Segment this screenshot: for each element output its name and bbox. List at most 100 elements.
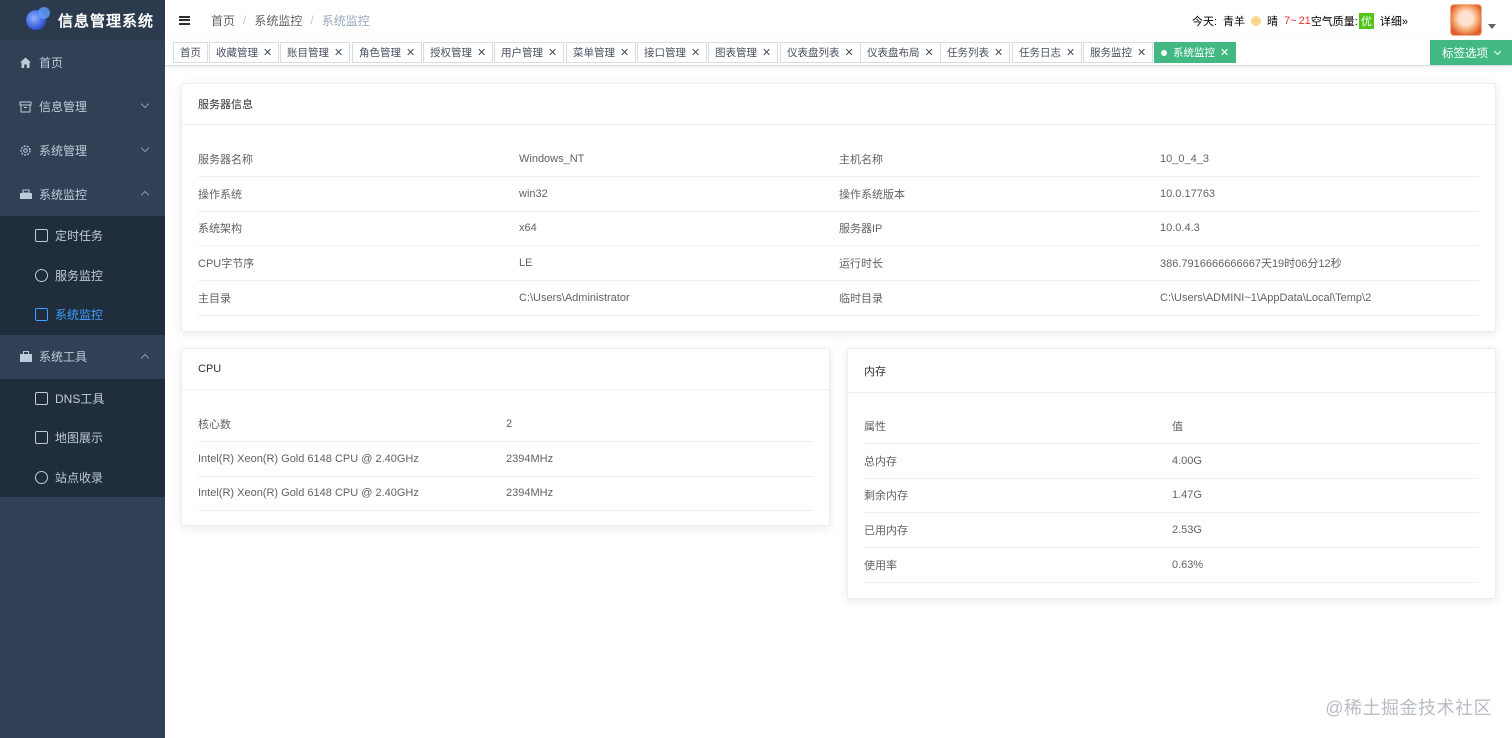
table-cell: Intel(R) Xeon(R) Gold 6148 CPU @ 2.40GHz bbox=[198, 487, 419, 500]
table-cell: win32 bbox=[519, 187, 548, 200]
avatar[interactable] bbox=[1450, 4, 1482, 36]
logo[interactable]: 信息管理系统 bbox=[0, 0, 165, 40]
tag-favorites[interactable]: 收藏管理 ✕ bbox=[209, 42, 280, 63]
breadcrumb: 首页 / 系统监控 / 系统监控 bbox=[211, 12, 370, 29]
tag-label: 图表管理 bbox=[715, 47, 757, 59]
weather-temp-high: 21 bbox=[1298, 15, 1311, 27]
sidebar-item-tools[interactable]: 系统工具 bbox=[0, 335, 165, 379]
tag-label: 角色管理 bbox=[359, 47, 401, 59]
tag-dashboards[interactable]: 仪表盘列表 ✕ bbox=[780, 42, 861, 63]
close-icon[interactable]: ✕ bbox=[620, 46, 629, 59]
tag-label: 系统监控 bbox=[1173, 47, 1215, 59]
table-cell: 剩余内存 bbox=[864, 490, 908, 503]
close-icon[interactable]: ✕ bbox=[334, 46, 343, 59]
table-cell: 10.0.17763 bbox=[1160, 187, 1216, 200]
sidebar-item-service-monitor[interactable]: 服务监控 bbox=[0, 256, 165, 296]
submenu-monitor: 定时任务 服务监控 系统监控 bbox=[0, 216, 165, 335]
table-header-cell: 值 bbox=[1172, 420, 1183, 433]
sidebar-item-dns-tool[interactable]: DNS工具 bbox=[0, 379, 165, 419]
tag-label: 账目管理 bbox=[287, 47, 329, 59]
sidebar-item-label: 首页 bbox=[39, 55, 64, 70]
table-row: 主目录 C:\Users\Administrator 临时目录 C:\Users… bbox=[198, 281, 1479, 316]
chevron-up-icon bbox=[140, 353, 150, 362]
tag-menus[interactable]: 菜单管理 ✕ bbox=[566, 42, 637, 63]
close-icon[interactable]: ✕ bbox=[994, 46, 1003, 59]
sidebar-item-system-monitor[interactable]: 系统监控 bbox=[0, 295, 165, 335]
table-cell: 服务器IP bbox=[839, 223, 883, 236]
tag-system-monitor[interactable]: 系统监控 ✕ bbox=[1154, 42, 1237, 63]
tag-label: 用户管理 bbox=[501, 47, 543, 59]
close-icon[interactable]: ✕ bbox=[845, 46, 854, 59]
close-icon[interactable]: ✕ bbox=[1137, 46, 1146, 59]
tag-charts[interactable]: 图表管理 ✕ bbox=[708, 42, 779, 63]
tag-service-monitor[interactable]: 服务监控 ✕ bbox=[1083, 42, 1154, 63]
card-title: 内存 bbox=[848, 349, 1495, 393]
close-icon[interactable]: ✕ bbox=[548, 46, 557, 59]
sidebar-item-sites[interactable]: 站点收录 bbox=[0, 458, 165, 498]
caret-down-icon[interactable] bbox=[1488, 24, 1496, 29]
tag-label: 菜单管理 bbox=[573, 47, 615, 59]
home-icon bbox=[19, 56, 32, 69]
sidebar-item-scheduled-tasks[interactable]: 定时任务 bbox=[0, 216, 165, 256]
table-cell: 核心数 bbox=[198, 418, 231, 431]
calendar-icon bbox=[35, 229, 48, 243]
map-icon bbox=[35, 431, 48, 445]
tag-accounts[interactable]: 账目管理 ✕ bbox=[280, 42, 351, 63]
tag-home[interactable]: 首页 bbox=[173, 42, 208, 63]
weather-city: 青羊 bbox=[1223, 16, 1246, 28]
monitor-icon bbox=[19, 188, 32, 201]
table-cell: 操作系统 bbox=[198, 188, 242, 201]
archive-icon bbox=[19, 100, 32, 113]
breadcrumb-monitor[interactable]: 系统监控 bbox=[254, 12, 302, 29]
tag-label: 首页 bbox=[180, 47, 201, 59]
breadcrumb-separator: / bbox=[310, 13, 314, 27]
tag-options-button[interactable]: 标签选项 bbox=[1430, 40, 1512, 65]
table-row: Intel(R) Xeon(R) Gold 6148 CPU @ 2.40GHz… bbox=[198, 477, 813, 512]
sidebar-item-label: 系统监控 bbox=[55, 308, 104, 323]
table-cell: C:\Users\ADMINI~1\AppData\Local\Temp\2 bbox=[1160, 292, 1372, 305]
close-icon[interactable]: ✕ bbox=[762, 46, 771, 59]
sidebar-item-label: DNS工具 bbox=[55, 391, 105, 406]
close-icon[interactable]: ✕ bbox=[925, 46, 934, 59]
table-cell: Intel(R) Xeon(R) Gold 6148 CPU @ 2.40GHz bbox=[198, 452, 419, 465]
table-row: 系统架构 x64 服务器IP 10.0.4.3 bbox=[198, 212, 1479, 247]
tag-users[interactable]: 用户管理 ✕ bbox=[494, 42, 565, 63]
sidebar-item-monitor[interactable]: 系统监控 bbox=[0, 172, 165, 216]
sidebar-item-label: 地图展示 bbox=[55, 431, 104, 446]
table-cell: 总内存 bbox=[864, 455, 897, 468]
tag-apis[interactable]: 接口管理 ✕ bbox=[637, 42, 708, 63]
sidebar-item-system[interactable]: 系统管理 bbox=[0, 128, 165, 172]
sidebar-item-home[interactable]: 首页 bbox=[0, 40, 165, 84]
close-icon[interactable]: ✕ bbox=[263, 46, 272, 59]
tag-task-list[interactable]: 任务列表 ✕ bbox=[940, 42, 1011, 63]
tag-roles[interactable]: 角色管理 ✕ bbox=[352, 42, 423, 63]
sidebar-item-map[interactable]: 地图展示 bbox=[0, 418, 165, 458]
sidebar-item-label: 定时任务 bbox=[55, 229, 104, 244]
tag-options-label: 标签选项 bbox=[1442, 47, 1488, 60]
tag-task-log[interactable]: 任务日志 ✕ bbox=[1012, 42, 1083, 63]
sidebar-item-label: 信息管理 bbox=[39, 99, 88, 114]
breadcrumb-current: 系统监控 bbox=[321, 13, 370, 28]
weather-detail-link[interactable]: 详细» bbox=[1380, 13, 1408, 29]
close-icon[interactable]: ✕ bbox=[406, 46, 415, 59]
table-cell: 0.63% bbox=[1172, 559, 1204, 572]
close-icon[interactable]: ✕ bbox=[1066, 46, 1075, 59]
table-cell: 主机名称 bbox=[839, 153, 883, 166]
table-cell: 使用率 bbox=[864, 560, 897, 573]
chevron-down-icon bbox=[1493, 47, 1502, 55]
active-dot-icon bbox=[1161, 49, 1167, 56]
gear-icon bbox=[19, 144, 32, 157]
table-cell: 已用内存 bbox=[864, 525, 908, 538]
table-row: 核心数 2 bbox=[198, 407, 813, 442]
sidebar-item-info[interactable]: 信息管理 bbox=[0, 84, 165, 128]
tag-auth[interactable]: 授权管理 ✕ bbox=[423, 42, 494, 63]
tag-dashboard-layout[interactable]: 仪表盘布局 ✕ bbox=[860, 42, 941, 63]
sidebar-item-label: 系统管理 bbox=[39, 143, 88, 158]
table-cell: Windows_NT bbox=[519, 152, 585, 165]
breadcrumb-home[interactable]: 首页 bbox=[211, 12, 235, 29]
close-icon[interactable]: ✕ bbox=[477, 46, 486, 59]
hamburger-icon[interactable] bbox=[179, 15, 190, 25]
close-icon[interactable]: ✕ bbox=[691, 46, 700, 59]
aqi-badge: 优 bbox=[1358, 13, 1374, 29]
close-icon[interactable]: ✕ bbox=[1220, 46, 1229, 59]
